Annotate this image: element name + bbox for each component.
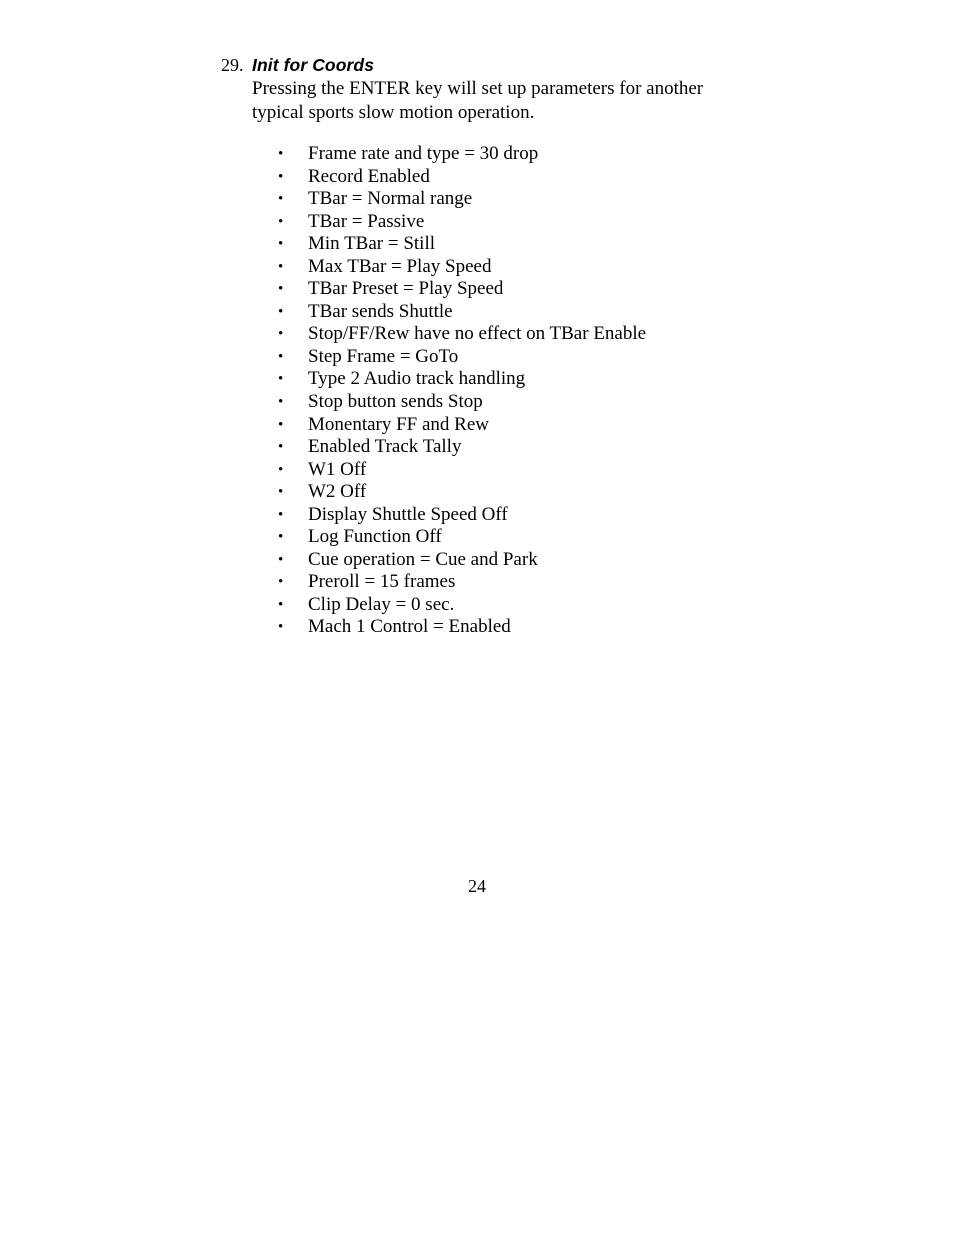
- list-item: • Clip Delay = 0 sec.: [278, 594, 798, 617]
- list-item-label: W2 Off: [308, 481, 367, 503]
- list-item: • TBar = Passive: [278, 211, 798, 234]
- list-item: • W2 Off: [278, 481, 798, 504]
- numbered-section: 29. Init for Coords Pressing the ENTER k…: [221, 54, 741, 124]
- bullet-icon: •: [278, 236, 284, 253]
- list-item-label: Frame rate and type = 30 drop: [308, 143, 539, 164]
- list-item: • Min TBar = Still: [278, 233, 798, 256]
- list-item-label: Clip Delay = 0 sec.: [308, 593, 455, 615]
- bullet-icon: •: [278, 439, 284, 456]
- list-item: • Enabled Track Tally: [278, 436, 798, 459]
- list-item-label: Preroll = 15 frames: [308, 571, 456, 593]
- list-item-label: Display Shuttle Speed Off: [308, 503, 508, 525]
- list-item: • TBar = Normal range: [278, 188, 798, 211]
- bullet-icon: •: [278, 596, 284, 613]
- bullet-icon: •: [278, 416, 284, 433]
- settings-bullet-list: • Frame rate and type = 30 drop • Record En…: [278, 143, 798, 639]
- list-item-label: W1 Off: [308, 458, 367, 480]
- bullet-icon: •: [278, 371, 284, 388]
- bullet-icon: •: [278, 258, 284, 275]
- bullet-icon: •: [278, 146, 284, 162]
- list-item-label: Min TBar = Still: [308, 233, 436, 255]
- list-item-label: Max TBar = Play Speed: [308, 255, 492, 277]
- bullet-icon: •: [278, 574, 284, 591]
- list-item-label: Mach 1 Control = Enabled: [308, 616, 511, 638]
- list-item-label: Stop/FF/Rew have no effect on TBar Enabl…: [308, 323, 647, 345]
- page-number: 24: [468, 876, 486, 896]
- list-item-label: Log Function Off: [308, 526, 442, 548]
- bullet-icon: •: [278, 461, 284, 478]
- bullet-icon: •: [278, 484, 284, 501]
- list-item: • Record Enabled: [278, 166, 798, 189]
- section-heading: 29. Init for Coords: [221, 54, 741, 77]
- bullet-icon: •: [278, 191, 284, 208]
- list-item: • W1 Off: [278, 459, 798, 482]
- list-item-label: Monentary FF and Rew: [308, 413, 490, 435]
- section-paragraph: Pressing the ENTER key will set up param…: [252, 78, 704, 123]
- list-item-label: Type 2 Audio track handling: [308, 368, 526, 390]
- bullet-icon: •: [278, 551, 284, 568]
- list-item: • Preroll = 15 frames: [278, 571, 798, 594]
- list-item-label: TBar = Normal range: [308, 188, 473, 210]
- list-item: • Max TBar = Play Speed: [278, 256, 798, 279]
- bullet-icon: •: [278, 326, 284, 343]
- list-item-label: TBar sends Shuttle: [308, 300, 453, 322]
- list-item: • Stop/FF/Rew have no effect on TBar Enab…: [278, 323, 798, 346]
- bullet-icon: •: [278, 348, 284, 365]
- list-item-label: TBar = Passive: [308, 210, 425, 232]
- list-item-label: Cue operation = Cue and Park: [308, 548, 538, 570]
- list-item-label: Step Frame = GoTo: [308, 345, 459, 367]
- list-item: • Mach 1 Control = Enabled: [278, 616, 798, 639]
- list-item: • Frame rate and type = 30 drop: [278, 143, 798, 166]
- section-number: 29.: [221, 55, 244, 75]
- list-item: • Log Function Off: [278, 526, 798, 549]
- list-item: • Cue operation = Cue and Park: [278, 549, 798, 572]
- list-item: • Step Frame = GoTo: [278, 346, 798, 369]
- list-item: • Display Shuttle Speed Off: [278, 504, 798, 527]
- list-item: • Monentary FF and Rew: [278, 414, 798, 437]
- bullet-icon: •: [278, 213, 284, 230]
- bullet-icon: •: [278, 394, 284, 411]
- list-item-label: Enabled Track Tally: [308, 436, 462, 458]
- list-item: • Stop button sends Stop: [278, 391, 798, 414]
- bullet-icon: •: [278, 506, 284, 523]
- list-item-label: Record Enabled: [308, 165, 430, 187]
- document-page: 29. Init for Coords Pressing the ENTER k…: [0, 0, 954, 1235]
- bullet-icon: •: [278, 529, 284, 546]
- list-item-label: Stop button sends Stop: [308, 391, 483, 413]
- list-item: • Type 2 Audio track handling: [278, 368, 798, 391]
- bullet-icon: •: [278, 303, 284, 320]
- list-item-label: TBar Preset = Play Speed: [308, 278, 504, 300]
- bullet-icon: •: [278, 168, 284, 185]
- list-item: • TBar Preset = Play Speed: [278, 278, 798, 301]
- bullet-icon: •: [278, 619, 284, 636]
- section-title: Init for Coords: [252, 55, 375, 75]
- list-item: • TBar sends Shuttle: [278, 301, 798, 324]
- bullet-icon: •: [278, 281, 284, 298]
